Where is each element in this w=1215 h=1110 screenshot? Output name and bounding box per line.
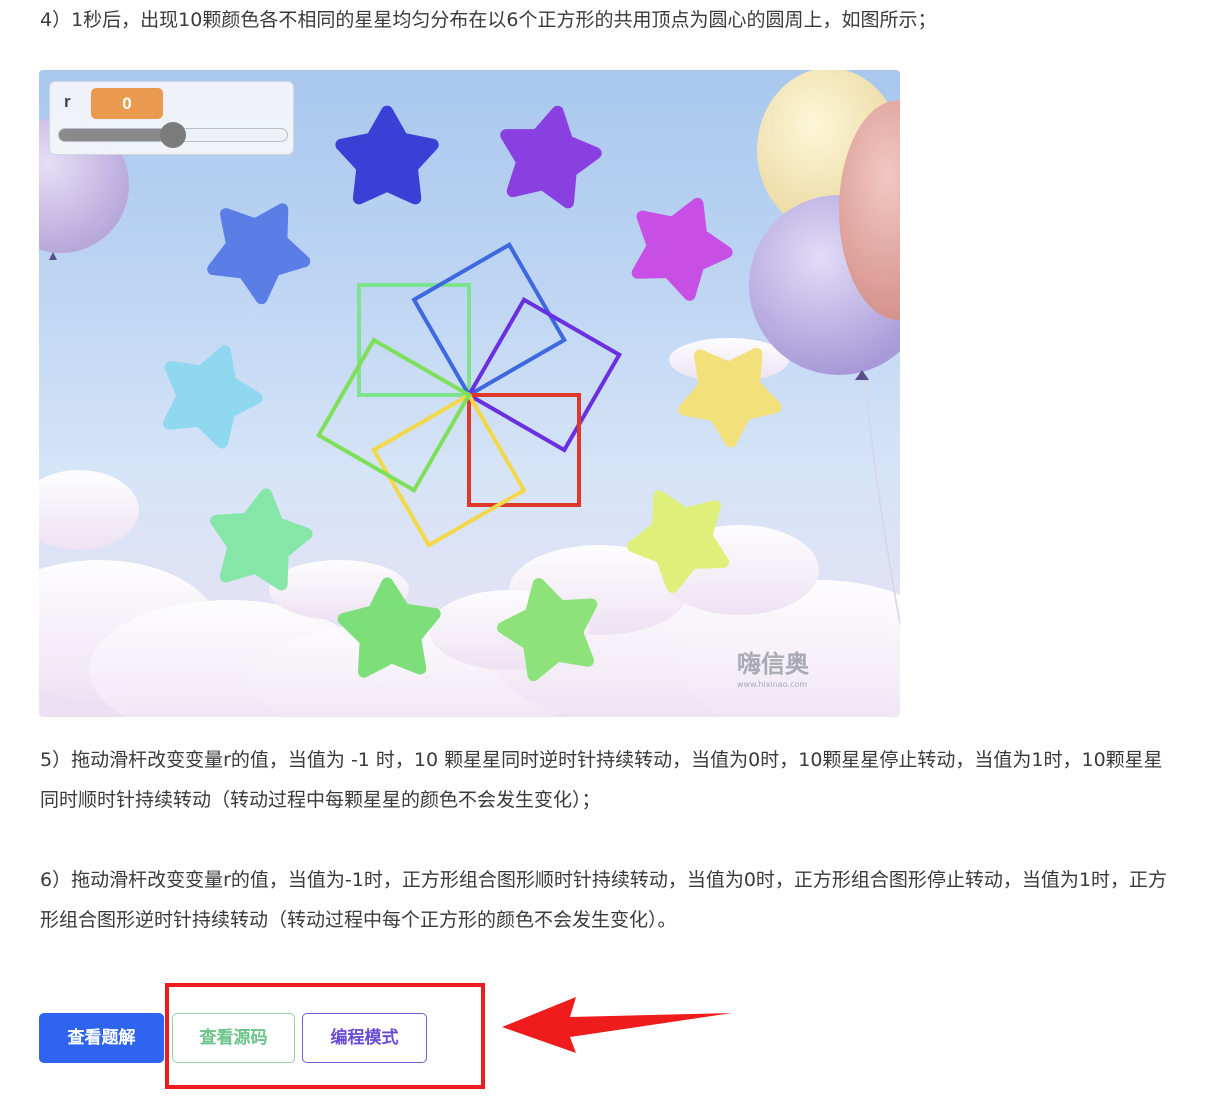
variable-value: 0 [91, 88, 163, 119]
view-solution-button[interactable]: 查看题解 [39, 1013, 164, 1063]
star-3 [631, 197, 733, 301]
watermark: 嗨信奥 [737, 650, 810, 678]
square-pattern [316, 242, 622, 548]
star-10 [207, 203, 311, 305]
square-3 [466, 297, 622, 453]
variable-name: r [64, 92, 71, 111]
instruction-step-6: 6）拖动滑杆改变变量r的值，当值为-1时，正方形组合图形顺时针持续转动，当值为0… [40, 869, 1168, 931]
annotation-arrow-icon [502, 997, 732, 1053]
slider-fill [59, 129, 173, 141]
square-6 [316, 337, 472, 493]
star-2 [500, 105, 602, 209]
square-5 [371, 392, 527, 548]
scratch-stage[interactable]: 嗨信奥 www.hixinao.com r 0 [39, 70, 900, 717]
slider-thumb[interactable] [160, 122, 186, 148]
stage-backdrop: 嗨信奥 www.hixinao.com [39, 70, 900, 717]
star-9 [163, 345, 263, 449]
variable-slider[interactable] [58, 122, 288, 148]
instruction-step-4: 4）1秒后，出现10颗颜色各不相同的星星均匀分布在以6个正方形的共用顶点为圆心的… [40, 9, 937, 31]
star-1 [335, 105, 439, 205]
svg-text:www.hixinao.com: www.hixinao.com [737, 680, 807, 689]
instruction-step-5: 5）拖动滑杆改变变量r的值，当值为 -1 时，10 颗星星同时逆时针持续转动，当… [40, 749, 1163, 811]
variable-monitor-r: r 0 [49, 81, 294, 155]
square-2 [411, 242, 567, 398]
annotation-highlight-box [165, 983, 485, 1089]
